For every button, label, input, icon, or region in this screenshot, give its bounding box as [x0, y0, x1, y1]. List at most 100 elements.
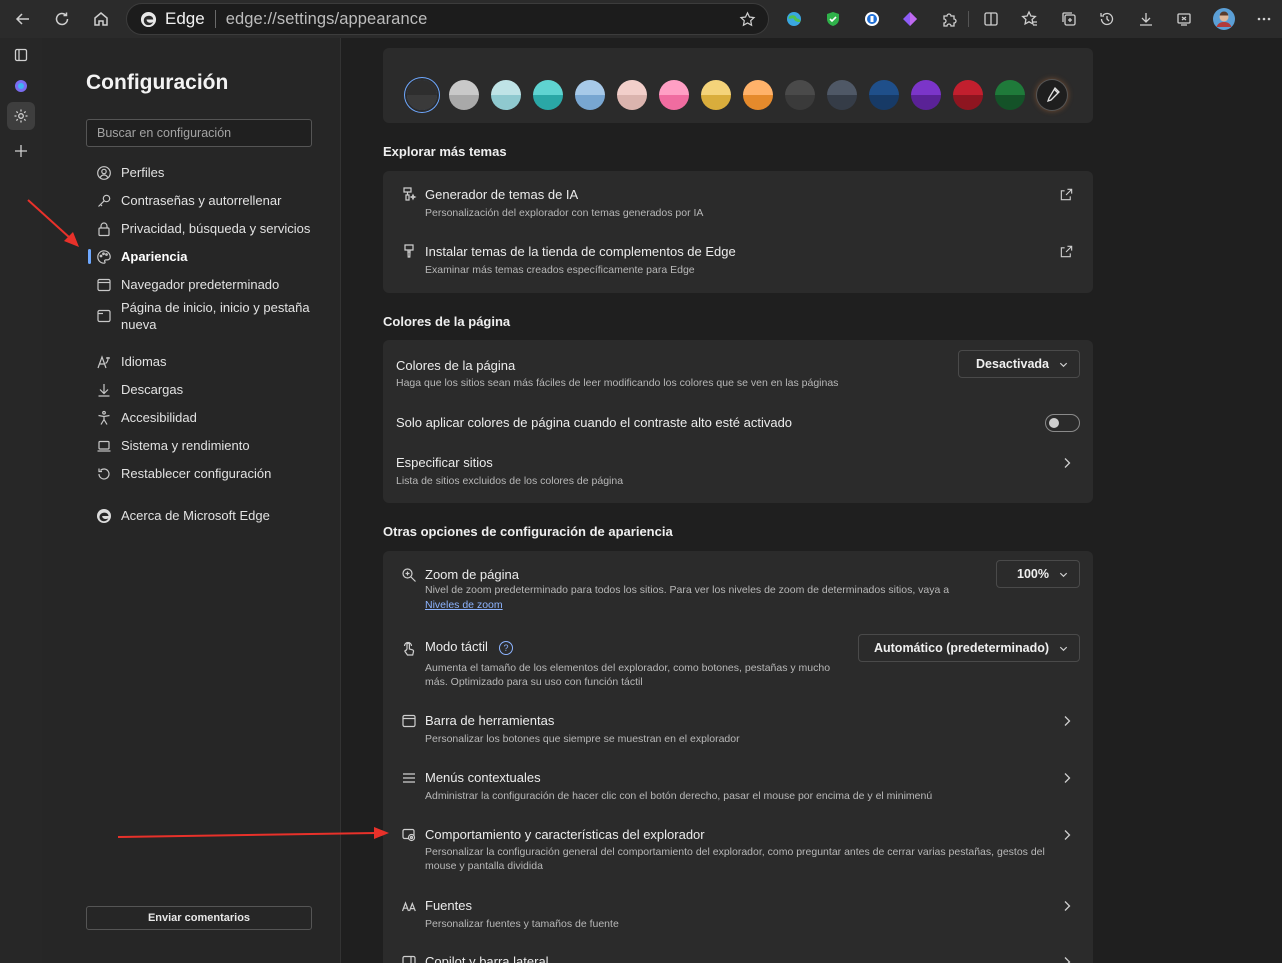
high-contrast-only-title: Solo aplicar colores de página cuando el… — [396, 415, 793, 430]
chevron-down-icon — [1059, 572, 1068, 578]
avatar — [1213, 8, 1235, 30]
swatch-top — [659, 80, 689, 95]
reset-icon — [98, 468, 110, 480]
sidebar-item-label: Página de inicio, inicio y pestaña nueva — [121, 300, 310, 332]
sidebar-item-accessibility[interactable]: Accesibilidad — [86, 409, 316, 426]
page-colors-dropdown[interactable]: Desactivada — [958, 350, 1080, 378]
custom-color-picker[interactable] — [1037, 80, 1067, 110]
puzzle-icon — [943, 13, 957, 27]
context-menus-desc: Administrar la configuración de hacer cl… — [425, 790, 933, 802]
help-icon[interactable]: ? — [499, 641, 513, 655]
extension-password-button[interactable] — [858, 5, 886, 33]
theme-swatch[interactable] — [491, 80, 521, 110]
chevron-down-icon — [1059, 646, 1068, 652]
tab-actions-icon — [14, 48, 28, 62]
copilot-sidebar-title: Copilot y barra lateral — [425, 954, 549, 963]
theme-swatch[interactable] — [659, 80, 689, 110]
split-screen-button[interactable] — [977, 5, 1005, 33]
dropdown-value: Automático (predeterminado) — [873, 641, 1049, 655]
zoom-dropdown[interactable]: 100% — [996, 560, 1080, 588]
theme-swatch[interactable] — [575, 80, 605, 110]
theme-swatch[interactable] — [701, 80, 731, 110]
theme-colors-card — [383, 48, 1093, 123]
extensions-button[interactable] — [935, 5, 963, 33]
refresh-button[interactable] — [48, 5, 76, 33]
toggle-knob — [1049, 418, 1059, 428]
profile-avatar-button[interactable] — [1210, 5, 1238, 33]
star-icon[interactable] — [739, 11, 756, 28]
favorites-icon — [1021, 10, 1037, 26]
extension-diamond-button[interactable] — [896, 5, 924, 33]
chevron-right-icon — [1064, 957, 1071, 963]
sidebar-item-languages[interactable]: Idiomas — [86, 353, 316, 370]
palette-icon — [97, 250, 111, 264]
web-capture-icon — [1177, 13, 1191, 26]
profile-icon — [97, 166, 111, 180]
history-button[interactable] — [1093, 5, 1121, 33]
sidebar-item-privacy[interactable]: Privacidad, búsqueda y servicios — [86, 220, 316, 237]
sidebar-item-label: Apariencia — [121, 249, 188, 264]
address-bar[interactable]: Edge edge://settings/appearance — [126, 3, 769, 35]
swatch-bottom — [911, 95, 941, 110]
extension-globe-button[interactable] — [780, 5, 808, 33]
swatch-top — [449, 80, 479, 95]
lock-icon — [98, 222, 110, 237]
send-feedback-button[interactable]: Enviar comentarios — [86, 906, 312, 930]
copilot-button[interactable] — [7, 72, 35, 100]
screenshot-button[interactable] — [1170, 5, 1198, 33]
zoom-icon — [402, 568, 416, 582]
settings-search-input[interactable] — [86, 119, 312, 147]
eyedropper-icon — [1046, 86, 1060, 103]
sidebar-item-downloads[interactable]: Descargas — [86, 381, 316, 398]
home-button[interactable] — [87, 5, 115, 33]
sidebar-item-system[interactable]: Sistema y rendimiento — [86, 437, 316, 454]
swatch-top — [701, 80, 731, 95]
toolbar-title: Barra de herramientas — [425, 713, 555, 728]
back-button[interactable] — [9, 5, 37, 33]
touch-mode-dropdown[interactable]: Automático (predeterminado) — [858, 634, 1080, 662]
toolbar-divider — [968, 11, 969, 27]
new-tab-button[interactable] — [7, 137, 35, 165]
diamond-extension-icon — [903, 12, 917, 26]
theme-swatch[interactable] — [869, 80, 899, 110]
toolbar-desc: Personalizar los botones que siempre se … — [425, 733, 740, 745]
split-screen-icon — [984, 12, 998, 26]
collections-button[interactable] — [1055, 5, 1083, 33]
language-icon — [97, 355, 110, 369]
chevron-right-icon — [1064, 716, 1071, 726]
sidebar-item-reset[interactable]: Restablecer configuración — [86, 465, 316, 482]
theme-swatch[interactable] — [743, 80, 773, 110]
zoom-levels-link[interactable]: Niveles de zoom — [425, 599, 503, 611]
extension-shield-button[interactable] — [819, 5, 847, 33]
browser-behavior-title: Comportamiento y características del exp… — [425, 827, 705, 842]
vertical-side-strip — [0, 38, 42, 963]
sidebar-item-start-home[interactable]: Página de inicio, inicio y pestaña nueva — [86, 299, 316, 333]
more-dots-icon — [1257, 17, 1271, 21]
tab-actions-button[interactable] — [7, 41, 35, 69]
theme-swatch[interactable] — [995, 80, 1025, 110]
swatch-top — [995, 80, 1025, 95]
sidebar-item-about[interactable]: Acerca de Microsoft Edge — [86, 507, 316, 524]
theme-swatch[interactable] — [953, 80, 983, 110]
sidebar-item-profiles[interactable]: Perfiles — [86, 164, 316, 181]
theme-swatch[interactable] — [449, 80, 479, 110]
more-options-button[interactable] — [1250, 5, 1278, 33]
theme-swatch[interactable] — [785, 80, 815, 110]
sidebar-item-default-browser[interactable]: Navegador predeterminado — [86, 276, 316, 293]
swatch-bottom — [617, 95, 647, 110]
theme-swatch[interactable] — [407, 80, 437, 110]
sidebar-item-passwords[interactable]: Contraseñas y autorrellenar — [86, 192, 316, 209]
theme-swatch[interactable] — [617, 80, 647, 110]
history-icon — [1100, 12, 1114, 26]
theme-swatch[interactable] — [911, 80, 941, 110]
accessibility-icon — [98, 410, 110, 425]
sidebar-item-appearance[interactable]: Apariencia — [86, 248, 316, 265]
favorites-button[interactable] — [1016, 5, 1044, 33]
settings-tab-button[interactable] — [7, 102, 35, 130]
downloads-button[interactable] — [1132, 5, 1160, 33]
theme-swatch[interactable] — [533, 80, 563, 110]
theme-swatch[interactable] — [827, 80, 857, 110]
sidebar-item-label: Navegador predeterminado — [121, 277, 280, 292]
row-title: Generador de temas de IA — [425, 187, 579, 202]
high-contrast-only-toggle[interactable] — [1045, 414, 1080, 432]
